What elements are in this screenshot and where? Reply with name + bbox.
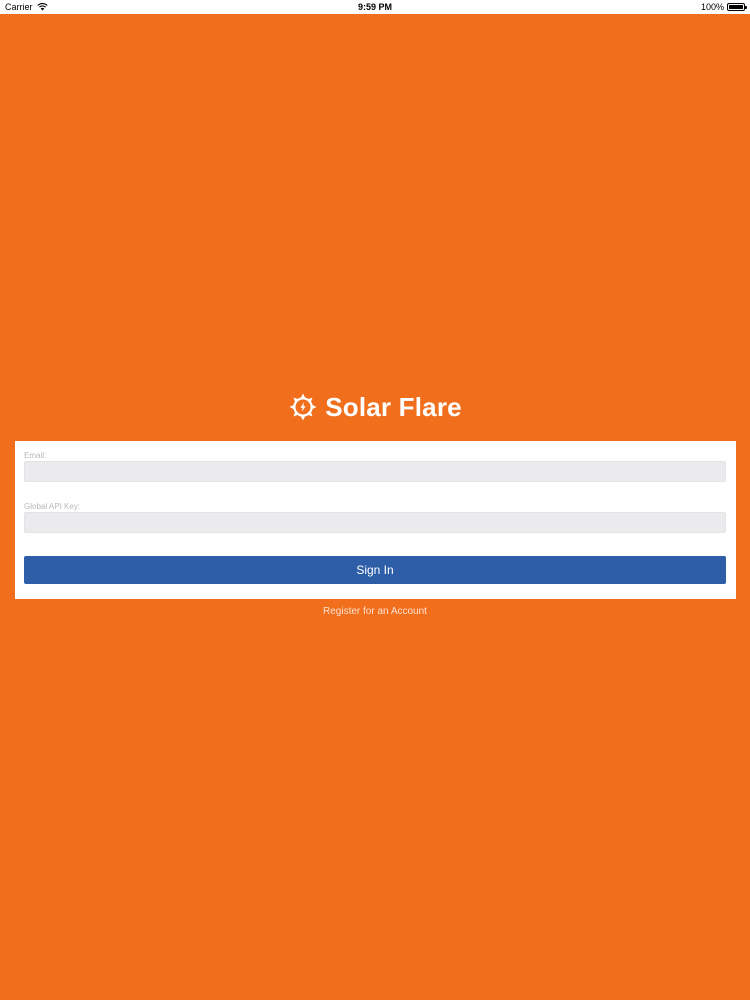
battery-percent: 100% bbox=[700, 2, 724, 12]
login-card: Email: Global API Key: Sign In bbox=[15, 441, 736, 599]
sun-gear-icon bbox=[289, 393, 317, 421]
sign-in-button[interactable]: Sign In bbox=[24, 556, 726, 584]
status-right: 100% bbox=[700, 0, 747, 14]
api-key-label: Global API Key: bbox=[24, 502, 81, 511]
battery-level bbox=[729, 5, 743, 9]
api-key-field[interactable] bbox=[24, 512, 726, 533]
app-brand: Solar Flare bbox=[0, 390, 750, 424]
email-label: Email: bbox=[24, 451, 47, 460]
register-link[interactable]: Register for an Account bbox=[0, 606, 750, 617]
status-bar: Carrier 9:59 PM 100% bbox=[0, 0, 750, 14]
battery-icon bbox=[727, 3, 747, 11]
status-time: 9:59 PM bbox=[357, 2, 392, 12]
app-title: Solar Flare bbox=[325, 391, 462, 422]
email-field[interactable] bbox=[24, 461, 726, 482]
